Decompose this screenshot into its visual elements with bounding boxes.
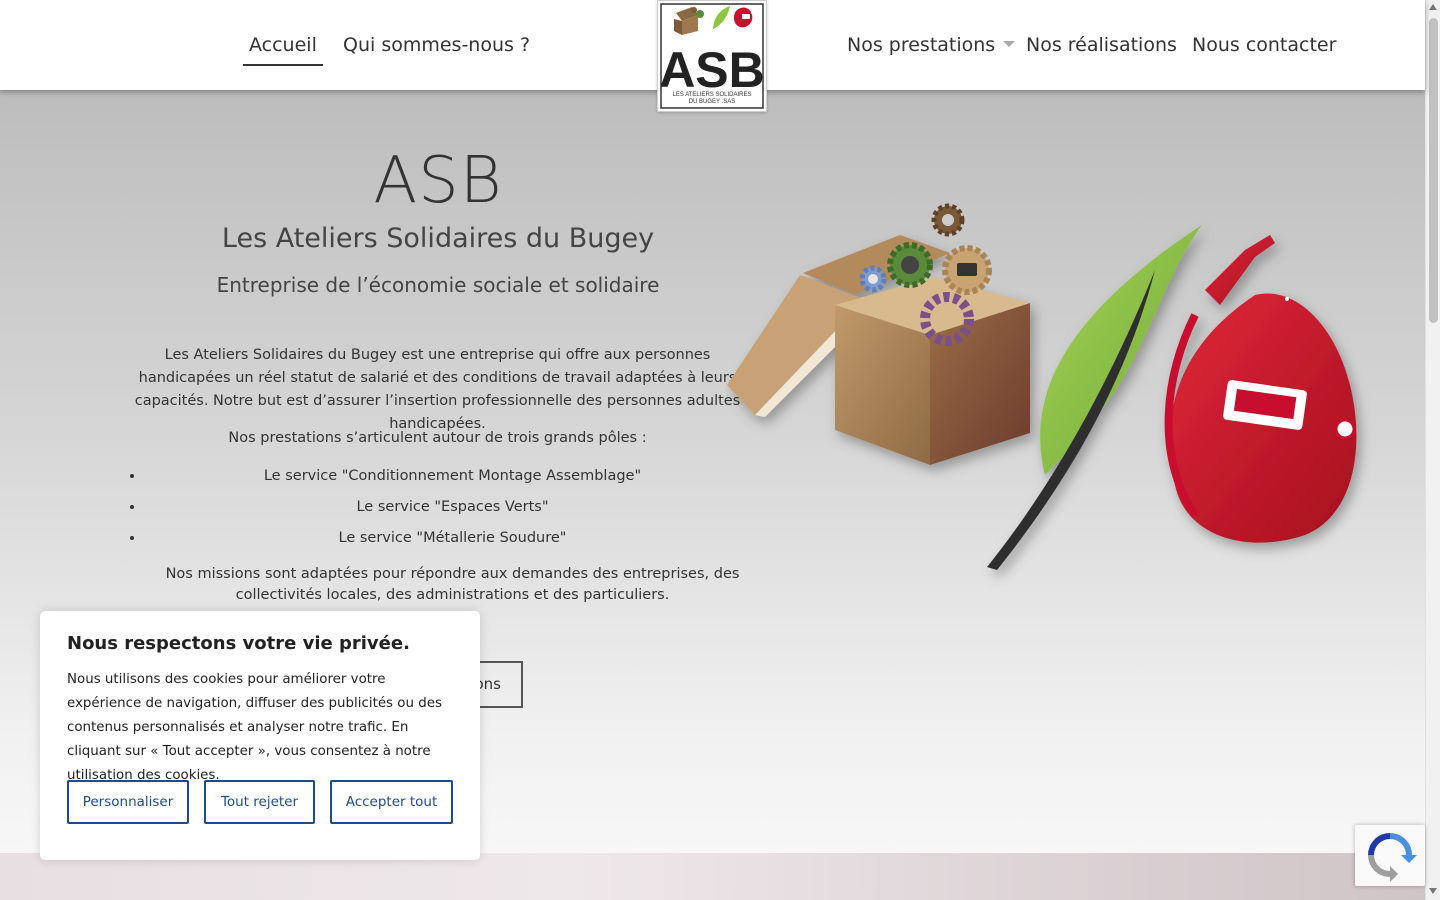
poles-intro: Nos prestations s’articulent autour de t… — [228, 430, 647, 446]
page-scrollbar[interactable] — [1425, 0, 1440, 900]
nav-nos-prestations[interactable]: Nos prestations — [847, 33, 1016, 57]
poles-list: Le service "Conditionnement Montage Asse… — [145, 464, 760, 557]
recaptcha-icon — [1368, 833, 1417, 882]
chevron-down-icon — [1003, 40, 1016, 47]
nav-nos-prestations-label: Nos prestations — [847, 34, 996, 56]
site-logo[interactable]: ASB LES ATELIERS SOLIDAIRES DU BUGEY .SA… — [657, 0, 767, 112]
logo-tagline-2: DU BUGEY .SAS — [689, 99, 736, 105]
hero-subtitle: Les Ateliers Solidaires du Bugey — [221, 223, 655, 254]
list-item: Le service "Conditionnement Montage Asse… — [145, 464, 760, 495]
missions-paragraph: Nos missions sont adaptées pour répondre… — [165, 566, 740, 603]
cookie-title: Nous respectons votre vie privée. — [67, 633, 410, 654]
list-item: Le service "Espaces Verts" — [145, 495, 760, 526]
scrollbar-thumb[interactable] — [1429, 18, 1438, 323]
nav-accueil[interactable]: Accueil — [243, 33, 323, 66]
recaptcha-badge[interactable] — [1355, 825, 1425, 886]
cookie-text: Nous utilisons des cookies pour améliore… — [67, 672, 442, 783]
intro-paragraph: Les Ateliers Solidaires du Bugey est une… — [134, 347, 741, 432]
asb-logo-icon: ASB LES ATELIERS SOLIDAIRES DU BUGEY .SA… — [659, 3, 765, 109]
customize-button[interactable]: Personnaliser — [67, 780, 189, 824]
scroll-up-icon[interactable] — [1429, 4, 1437, 10]
next-section-background — [0, 853, 1425, 900]
hero-tagline: Entreprise de l’économie sociale et soli… — [216, 273, 660, 297]
nav-qui-sommes-nous[interactable]: Qui sommes-nous ? — [343, 33, 530, 57]
logo-tagline-1: LES ATELIERS SOLIDAIRES — [673, 92, 752, 98]
accept-all-button[interactable]: Accepter tout — [330, 780, 453, 824]
hero-title: ASB — [373, 144, 503, 218]
scroll-down-icon[interactable] — [1429, 888, 1437, 894]
nav-nos-realisations[interactable]: Nos réalisations — [1026, 33, 1177, 57]
reject-all-button[interactable]: Tout rejeter — [204, 780, 315, 824]
services-illustration — [727, 203, 1357, 570]
welding-helmet-icon — [1164, 235, 1357, 543]
logo-text: ASB — [659, 42, 765, 98]
list-item: Le service "Métallerie Soudure" — [145, 526, 760, 557]
nav-nous-contacter[interactable]: Nous contacter — [1192, 33, 1336, 57]
cookie-consent-banner: Nous respectons votre vie privée. Nous u… — [40, 611, 480, 860]
